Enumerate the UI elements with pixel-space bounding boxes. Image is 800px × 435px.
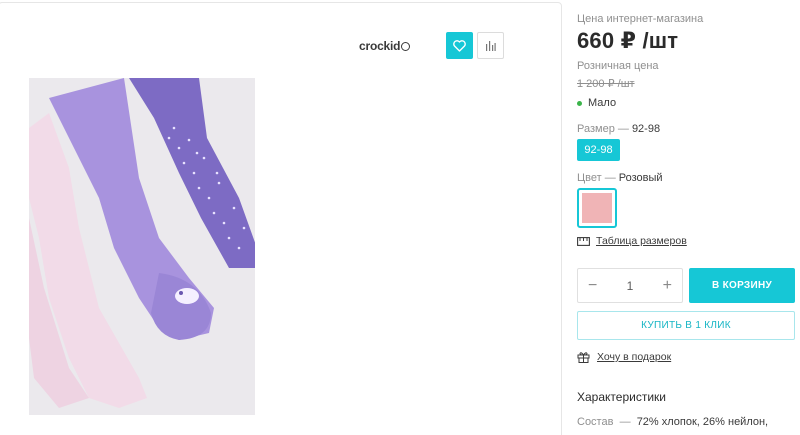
brand-logo: crockid <box>359 39 411 53</box>
brand-logo-mark-icon <box>401 42 411 51</box>
favorite-button[interactable] <box>446 32 473 59</box>
characteristics-title: Характеристики <box>577 390 666 404</box>
tights-photo <box>29 78 255 415</box>
add-to-cart-button[interactable]: В КОРЗИНУ <box>689 268 795 303</box>
size-option-92-98[interactable]: 92-98 <box>577 139 620 161</box>
quantity-value[interactable]: 1 <box>627 279 634 293</box>
quantity-stepper: − 1 + <box>577 268 683 303</box>
composition-row: Состав — 72% хлопок, 26% нейлон, <box>577 416 769 428</box>
color-label-row: Цвет — Розовый <box>577 172 663 184</box>
online-price: 660 ₽ /шт <box>577 28 679 53</box>
size-label-row: Размер — 92-98 <box>577 123 661 135</box>
bar-chart-icon <box>486 41 496 51</box>
retail-price-label: Розничная цена <box>577 60 659 72</box>
retail-price: 1 200 ₽ /шт <box>577 78 635 90</box>
product-image[interactable] <box>29 78 255 415</box>
buy-one-click-button[interactable]: КУПИТЬ В 1 КЛИК <box>577 311 795 340</box>
online-price-label: Цена интернет-магазина <box>577 13 704 25</box>
compare-button[interactable] <box>477 32 504 59</box>
product-gallery-card: crockid <box>0 2 562 435</box>
stock-dot-icon <box>577 100 582 106</box>
size-table-link[interactable]: Таблица размеров <box>577 235 687 247</box>
heart-icon <box>453 39 466 52</box>
ruler-icon <box>577 236 590 246</box>
gift-icon <box>577 352 590 363</box>
quantity-minus-button[interactable]: − <box>588 277 597 294</box>
color-swatch-pink[interactable] <box>577 188 617 228</box>
stock-status: Мало <box>577 97 616 109</box>
quantity-plus-button[interactable]: + <box>663 277 672 294</box>
gift-wish-link[interactable]: Хочу в подарок <box>577 351 671 363</box>
